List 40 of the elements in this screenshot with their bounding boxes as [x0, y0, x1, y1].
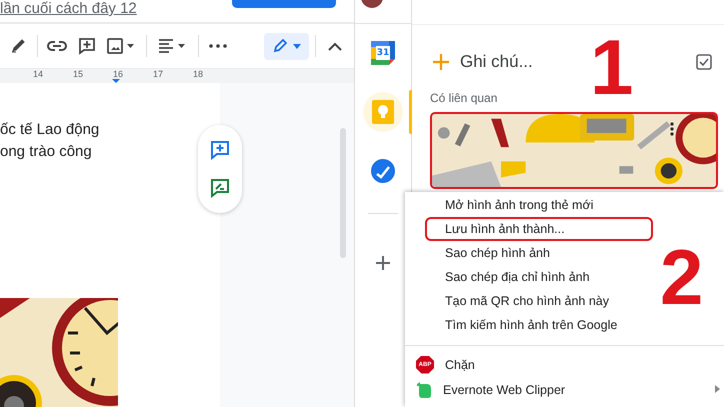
add-comment-icon: [210, 140, 230, 160]
align-icon: [158, 38, 188, 54]
more-options-icon[interactable]: [670, 122, 674, 136]
more-options-icon: [209, 44, 227, 48]
ruler-number: 17: [153, 69, 164, 79]
caret-icon: [292, 44, 300, 48]
calendar-icon: [371, 41, 395, 65]
revision-link[interactable]: lần cuối cách đây 12: [0, 0, 137, 18]
extension-menu-item[interactable]: Evernote Web Clipper: [405, 377, 724, 402]
lightbulb-icon: [372, 100, 394, 124]
menu-item[interactable]: Tìm kiếm hình ảnh trên Google: [405, 313, 724, 337]
checkbox-list-icon: [696, 54, 712, 70]
ruler-number: 18: [193, 69, 204, 79]
step-number: 1: [590, 28, 634, 106]
calendar-app[interactable]: 31: [363, 33, 403, 73]
ruler-number: 16: [113, 69, 124, 79]
section-heading: Có liên quan: [430, 91, 498, 107]
suggest-edit-icon: [210, 178, 230, 198]
plus-icon: [432, 53, 450, 71]
add-comment-icon: [78, 37, 96, 55]
link-icon: [47, 40, 67, 52]
menu-item[interactable]: Mở hình ảnh trong thẻ mới: [405, 193, 724, 217]
menu-item-label: Evernote Web Clipper: [443, 382, 566, 396]
menu-item-label: Chặn: [445, 358, 475, 372]
ruler-number: 14: [33, 69, 44, 79]
body-text: ong trào công: [0, 143, 92, 160]
active-indicator: [409, 90, 412, 134]
scrollbar[interactable]: [340, 128, 346, 258]
highlighter-icon: [10, 38, 26, 54]
collapse-icon: [328, 42, 342, 50]
insert-image-icon: [106, 37, 136, 55]
editing-mode-button[interactable]: [264, 32, 309, 60]
plus-icon: [375, 255, 391, 271]
menu-item[interactable]: Lưu hình ảnh thành...: [405, 217, 724, 241]
ruler-number: 15: [73, 69, 84, 79]
checkmark-icon: [371, 159, 395, 183]
calendar-date: 31: [376, 48, 390, 58]
pencil-icon: [272, 39, 286, 53]
body-text: ốc tế Lao động: [0, 121, 100, 138]
step-number: 2: [660, 238, 704, 316]
